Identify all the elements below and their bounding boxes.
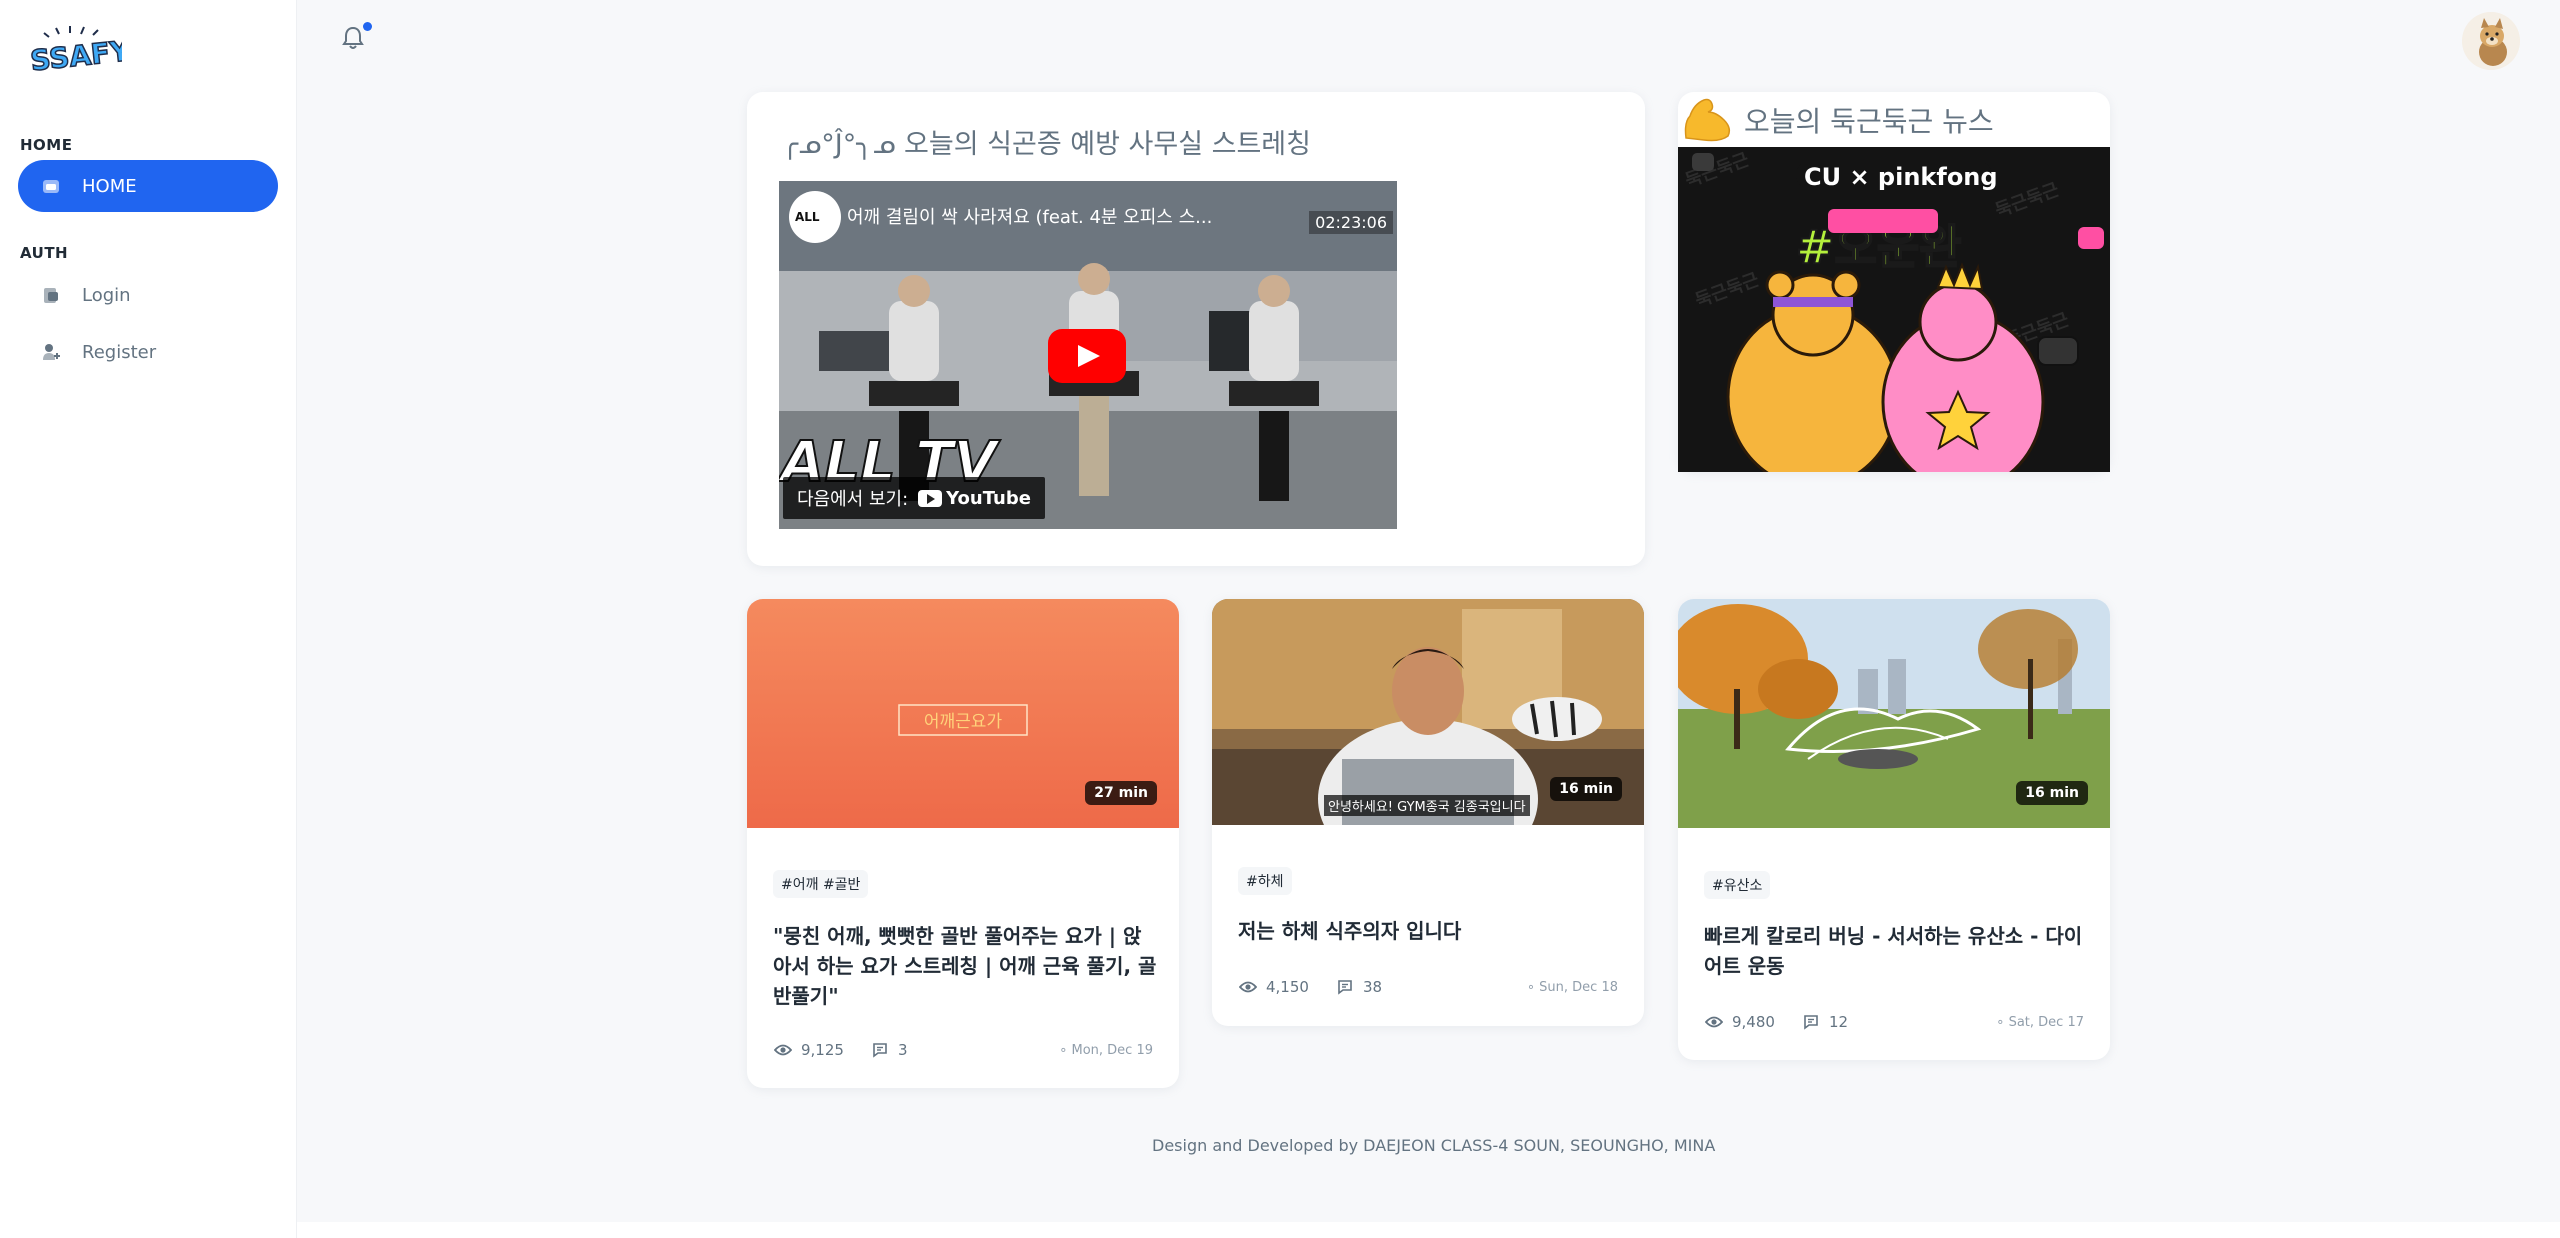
lock-icon — [40, 284, 62, 306]
post-tags: #유산소 — [1704, 871, 1771, 899]
comment-icon — [1335, 977, 1355, 997]
post-meta: 4,150 38 ∘ Sun, Dec 18 — [1238, 977, 1618, 997]
nav-section-home: HOME — [20, 136, 73, 154]
play-icon[interactable] — [1048, 329, 1126, 383]
duration-badge: 16 min — [2016, 781, 2088, 805]
footer-credit: Design and Developed by DAEJEON CLASS-4 … — [1152, 1136, 1716, 1155]
video-time: 02:23:06 — [1309, 211, 1393, 234]
comment-icon — [870, 1040, 890, 1060]
svg-text:CU × pinkfong: CU × pinkfong — [1804, 163, 1998, 191]
bottom-strip — [297, 1222, 2560, 1238]
avatar[interactable] — [2462, 12, 2520, 70]
eye-icon — [1704, 1012, 1724, 1032]
sidebar-item-login-label: Login — [82, 284, 131, 306]
news-image[interactable]: 둑근둑근 둑근둑근 둑근둑근 둑근둑근 CU × pinkfong #오운완 — [1678, 147, 2110, 472]
duration-badge: 27 min — [1085, 781, 1157, 805]
sidebar-item-home[interactable]: HOME — [18, 160, 278, 212]
dashboard-icon — [40, 175, 62, 197]
post-date: Sun, Dec 18 — [1539, 979, 1618, 995]
post-date: Mon, Dec 19 — [1071, 1042, 1153, 1058]
user-icon — [40, 341, 62, 363]
watch-on-youtube-button[interactable]: 다음에서 보기: YouTube — [783, 477, 1045, 519]
sidebar-item-register[interactable]: Register — [18, 326, 278, 378]
news-title: 오늘의 둑근둑근 뉴스 — [1744, 105, 1994, 138]
post-card[interactable]: 어깨근요가 27 min #어깨 #골반 "뭉친 어깨, 뻣뻣한 골반 풀어주는… — [747, 599, 1179, 1088]
comment-count: 12 — [1828, 1013, 1849, 1031]
sidebar-item-home-label: HOME — [82, 175, 137, 197]
notification-dot — [363, 22, 372, 31]
view-count: 4,150 — [1266, 978, 1309, 996]
post-title[interactable]: "뭉친 어깨, 뻣뻣한 골반 풀어주는 요가 | 앉아서 하는 요가 스트레칭 … — [773, 921, 1157, 1011]
thumbnail-caption: 어깨근요가 — [923, 712, 1003, 732]
youtube-video-player[interactable]: ALL TV ALL 어깨 결림이 싹 사라져요 (feat. 4분 오피스 스… — [779, 181, 1397, 529]
comment-count: 3 — [897, 1041, 908, 1059]
sidebar-item-login[interactable]: Login — [18, 269, 278, 321]
watch-on-label: 다음에서 보기: — [797, 489, 909, 510]
eye-icon — [1238, 977, 1258, 997]
svg-text:SSAFY: SSAFY — [29, 34, 122, 74]
post-title[interactable]: 빠르게 칼로리 버닝 - 서서하는 유산소 - 다이어트 운동 — [1704, 921, 2088, 981]
post-title[interactable]: 저는 하체 식주의자 입니다 — [1238, 916, 1622, 946]
post-meta: 9,125 3 ∘ Mon, Dec 19 — [773, 1040, 1153, 1060]
sidebar-item-register-label: Register — [82, 341, 157, 363]
comment-count: 38 — [1362, 978, 1383, 996]
post-card[interactable]: 안녕하세요! GYM종국 김종국입니다 16 min #하체 저는 하체 식주의… — [1212, 599, 1644, 1026]
post-tags: #하체 — [1238, 867, 1292, 895]
post-meta: 9,480 12 ∘ Sat, Dec 17 — [1704, 1012, 2084, 1032]
stretching-title: ╭ᓄ°Ĵ°╮ᓄ 오늘의 식곤증 예방 사무실 스트레칭 — [782, 129, 1311, 160]
view-count: 9,480 — [1732, 1013, 1775, 1031]
svg-text:ALL: ALL — [795, 210, 820, 224]
video-title[interactable]: 어깨 결림이 싹 사라져요 (feat. 4분 오피스 스... — [847, 203, 1317, 229]
youtube-label: YouTube — [946, 487, 1031, 509]
duration-badge: 16 min — [1550, 777, 1622, 801]
view-count: 9,125 — [801, 1041, 844, 1059]
flexed-biceps-icon — [1680, 94, 1736, 144]
sidebar: SSAFY HOME HOME AUTH Login Register — [0, 0, 297, 1238]
thumbnail-caption: 안녕하세요! GYM종국 김종국입니다 — [1324, 795, 1530, 816]
nav-section-auth: AUTH — [20, 244, 69, 262]
youtube-logo: YouTube — [918, 488, 1031, 509]
youtube-icon — [918, 489, 943, 507]
comment-icon — [1801, 1012, 1821, 1032]
post-date: Sat, Dec 17 — [2008, 1014, 2084, 1030]
post-tags: #어깨 #골반 — [773, 870, 869, 898]
ssafy-logo[interactable]: SSAFY — [26, 24, 133, 78]
post-card[interactable]: 16 min #유산소 빠르게 칼로리 버닝 - 서서하는 유산소 - 다이어트… — [1678, 599, 2110, 1060]
eye-icon — [773, 1040, 793, 1060]
